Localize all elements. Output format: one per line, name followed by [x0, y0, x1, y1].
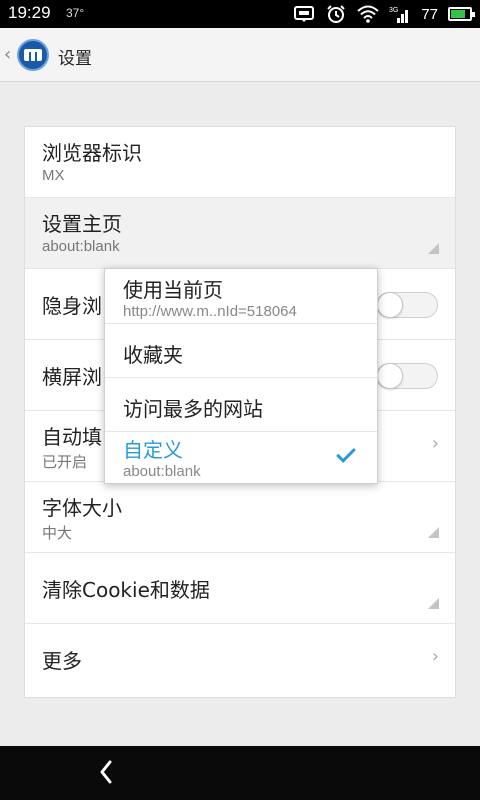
setting-subtitle: 中大 — [42, 525, 73, 542]
setting-title: 更多 — [42, 649, 82, 673]
battery-level: 77 — [421, 5, 438, 23]
setting-title: 字体大小 — [42, 496, 122, 520]
app-logo-icon[interactable] — [17, 39, 49, 71]
setting-title: 浏览器标识 — [42, 141, 142, 165]
chevron-right-icon: › — [431, 646, 439, 667]
checkmark-icon — [336, 443, 356, 463]
title-bar: ‹ 设置 — [0, 28, 480, 82]
signal-3g-icon: 3G — [389, 7, 409, 23]
popup-item-subtitle: http://www.m..nId=518064 — [123, 303, 297, 320]
back-arrow-icon[interactable] — [92, 754, 120, 790]
landscape-toggle[interactable] — [376, 363, 438, 389]
homepage-popup-menu: 使用当前页 http://www.m..nId=518064 收藏夹 访问最多的… — [104, 268, 378, 484]
setting-title: 隐身浏 — [42, 294, 102, 318]
navigation-bar — [0, 746, 480, 800]
popup-item-subtitle: about:blank — [123, 463, 201, 480]
setting-subtitle: about:blank — [42, 238, 120, 255]
popup-item-title: 自定义 — [123, 438, 183, 462]
popup-item-title: 访问最多的网站 — [123, 397, 263, 421]
setting-title: 清除Cookie和数据 — [42, 578, 210, 602]
setting-title: 横屏浏 — [42, 365, 102, 389]
battery-icon — [448, 7, 475, 21]
alarm-icon — [327, 5, 346, 23]
setting-more[interactable]: 更多 › — [25, 624, 455, 695]
popup-item-current-page[interactable]: 使用当前页 http://www.m..nId=518064 — [105, 269, 377, 324]
setting-homepage[interactable]: 设置主页 about:blank — [25, 198, 455, 269]
dropdown-corner-icon — [428, 243, 439, 254]
incognito-toggle[interactable] — [376, 292, 438, 318]
status-temperature: 37° — [66, 6, 85, 20]
status-time: 19:29 — [8, 3, 51, 22]
setting-font-size[interactable]: 字体大小 中大 — [25, 482, 455, 553]
dropdown-corner-icon — [428, 527, 439, 538]
back-chevron-icon[interactable]: ‹ — [4, 44, 11, 65]
svg-text:3G: 3G — [389, 7, 398, 14]
chevron-right-icon: › — [431, 433, 439, 454]
page-title: 设置 — [58, 49, 92, 69]
dropdown-corner-icon — [428, 598, 439, 609]
popup-item-title: 使用当前页 — [123, 278, 223, 302]
popup-item-most-visited[interactable]: 访问最多的网站 — [105, 378, 377, 432]
setting-subtitle: 已开启 — [42, 454, 88, 471]
wifi-icon — [357, 5, 379, 23]
popup-item-custom[interactable]: 自定义 about:blank — [105, 432, 377, 484]
setting-clear-cookies[interactable]: 清除Cookie和数据 — [25, 553, 455, 624]
message-icon — [294, 6, 315, 22]
battery-fill — [451, 10, 465, 18]
popup-item-bookmarks[interactable]: 收藏夹 — [105, 324, 377, 378]
status-bar: 19:29 37° 3G 77 — [0, 0, 480, 28]
setting-subtitle: MX — [42, 167, 65, 184]
setting-browser-identity[interactable]: 浏览器标识 MX — [25, 127, 455, 198]
setting-title: 自动填 — [42, 425, 102, 449]
setting-title: 设置主页 — [42, 212, 122, 236]
popup-item-title: 收藏夹 — [123, 343, 183, 367]
